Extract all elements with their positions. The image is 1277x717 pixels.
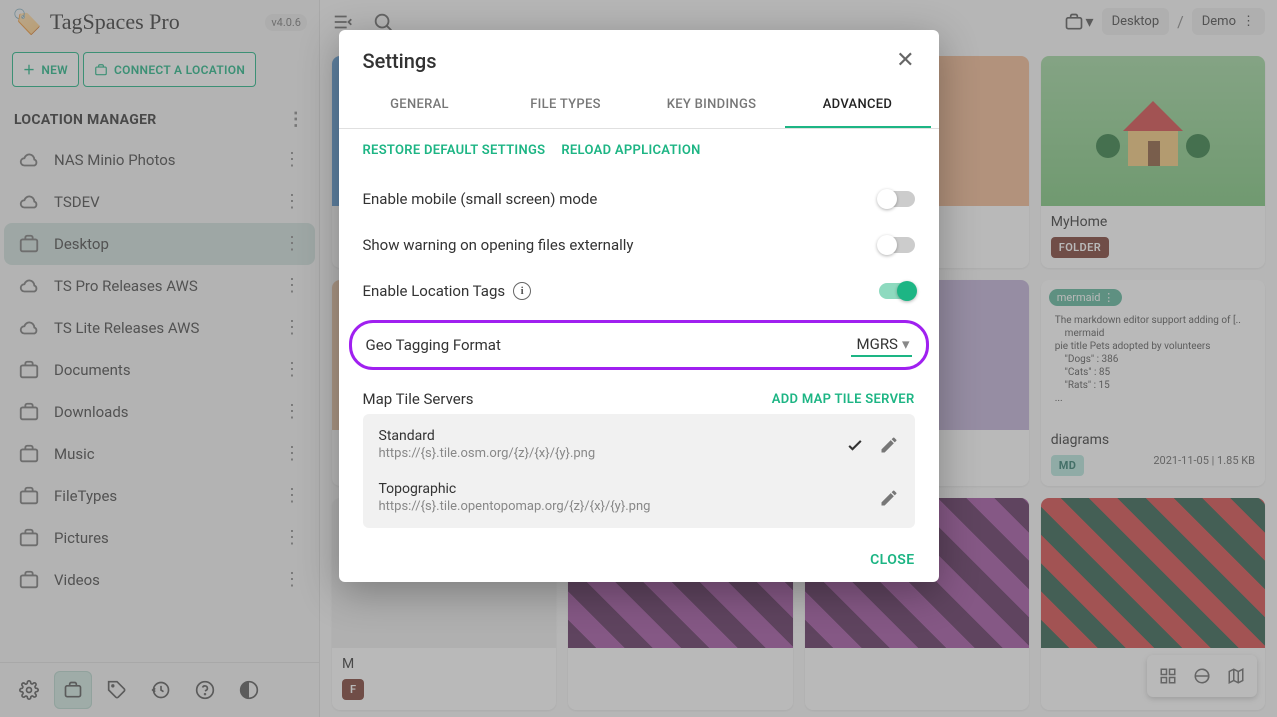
- setting-geo-format-highlighted: Geo Tagging Format MGRS ▾: [349, 320, 929, 370]
- setting-mobile-mode: Enable mobile (small screen) mode: [363, 176, 915, 222]
- modal-title: Settings: [363, 49, 897, 73]
- map-servers-heading-row: Map Tile Servers ADD MAP TILE SERVER: [363, 376, 915, 414]
- tab-general[interactable]: GENERAL: [347, 83, 493, 128]
- info-icon[interactable]: i: [513, 282, 531, 300]
- geo-format-select[interactable]: MGRS ▾: [851, 333, 912, 357]
- reload-app-button[interactable]: RELOAD APPLICATION: [561, 143, 700, 158]
- setting-external-warn: Show warning on opening files externally: [363, 222, 915, 268]
- tab-file-types[interactable]: FILE TYPES: [493, 83, 639, 128]
- modal-overlay: Settings ✕ GENERALFILE TYPESKEY BINDINGS…: [0, 0, 1277, 717]
- external-warn-toggle[interactable]: [879, 237, 915, 253]
- server-name: Standard: [379, 428, 835, 444]
- restore-defaults-button[interactable]: RESTORE DEFAULT SETTINGS: [363, 143, 546, 158]
- tab-advanced[interactable]: ADVANCED: [785, 83, 931, 128]
- server-url: https://{s}.tile.osm.org/{z}/{x}/{y}.png: [379, 446, 835, 461]
- map-server-item: Standard https://{s}.tile.osm.org/{z}/{x}…: [363, 418, 915, 471]
- setting-label: Show warning on opening files externally: [363, 236, 879, 254]
- tab-key-bindings[interactable]: KEY BINDINGS: [639, 83, 785, 128]
- server-url: https://{s}.tile.opentopomap.org/{z}/{x}…: [379, 499, 869, 514]
- close-icon[interactable]: ✕: [896, 48, 914, 73]
- setting-label: Geo Tagging Format: [366, 336, 851, 354]
- setting-location-tags: Enable Location Tags i: [363, 268, 915, 314]
- mobile-mode-toggle[interactable]: [879, 191, 915, 207]
- geo-format-value: MGRS: [857, 335, 898, 353]
- map-servers-heading: Map Tile Servers: [363, 390, 772, 408]
- map-server-list: Standard https://{s}.tile.osm.org/{z}/{x}…: [363, 414, 915, 528]
- location-tags-toggle[interactable]: [879, 283, 915, 299]
- modal-header: Settings ✕: [339, 30, 939, 83]
- chevron-down-icon: ▾: [902, 335, 910, 353]
- edit-icon[interactable]: [879, 488, 899, 508]
- map-server-item: Topographic https://{s}.tile.opentopomap.…: [363, 471, 915, 524]
- setting-label: Enable Location Tags i: [363, 282, 879, 300]
- edit-icon[interactable]: [879, 435, 899, 455]
- settings-modal: Settings ✕ GENERALFILE TYPESKEY BINDINGS…: [339, 30, 939, 582]
- setting-label: Enable mobile (small screen) mode: [363, 190, 879, 208]
- modal-footer: CLOSE: [339, 542, 939, 582]
- check-icon: [845, 435, 865, 455]
- close-button[interactable]: CLOSE: [870, 552, 914, 568]
- add-map-tile-server-button[interactable]: ADD MAP TILE SERVER: [772, 392, 915, 407]
- server-name: Topographic: [379, 481, 869, 497]
- settings-tabs: GENERALFILE TYPESKEY BINDINGSADVANCED: [339, 83, 939, 129]
- modal-body: RESTORE DEFAULT SETTINGS RELOAD APPLICAT…: [339, 129, 939, 542]
